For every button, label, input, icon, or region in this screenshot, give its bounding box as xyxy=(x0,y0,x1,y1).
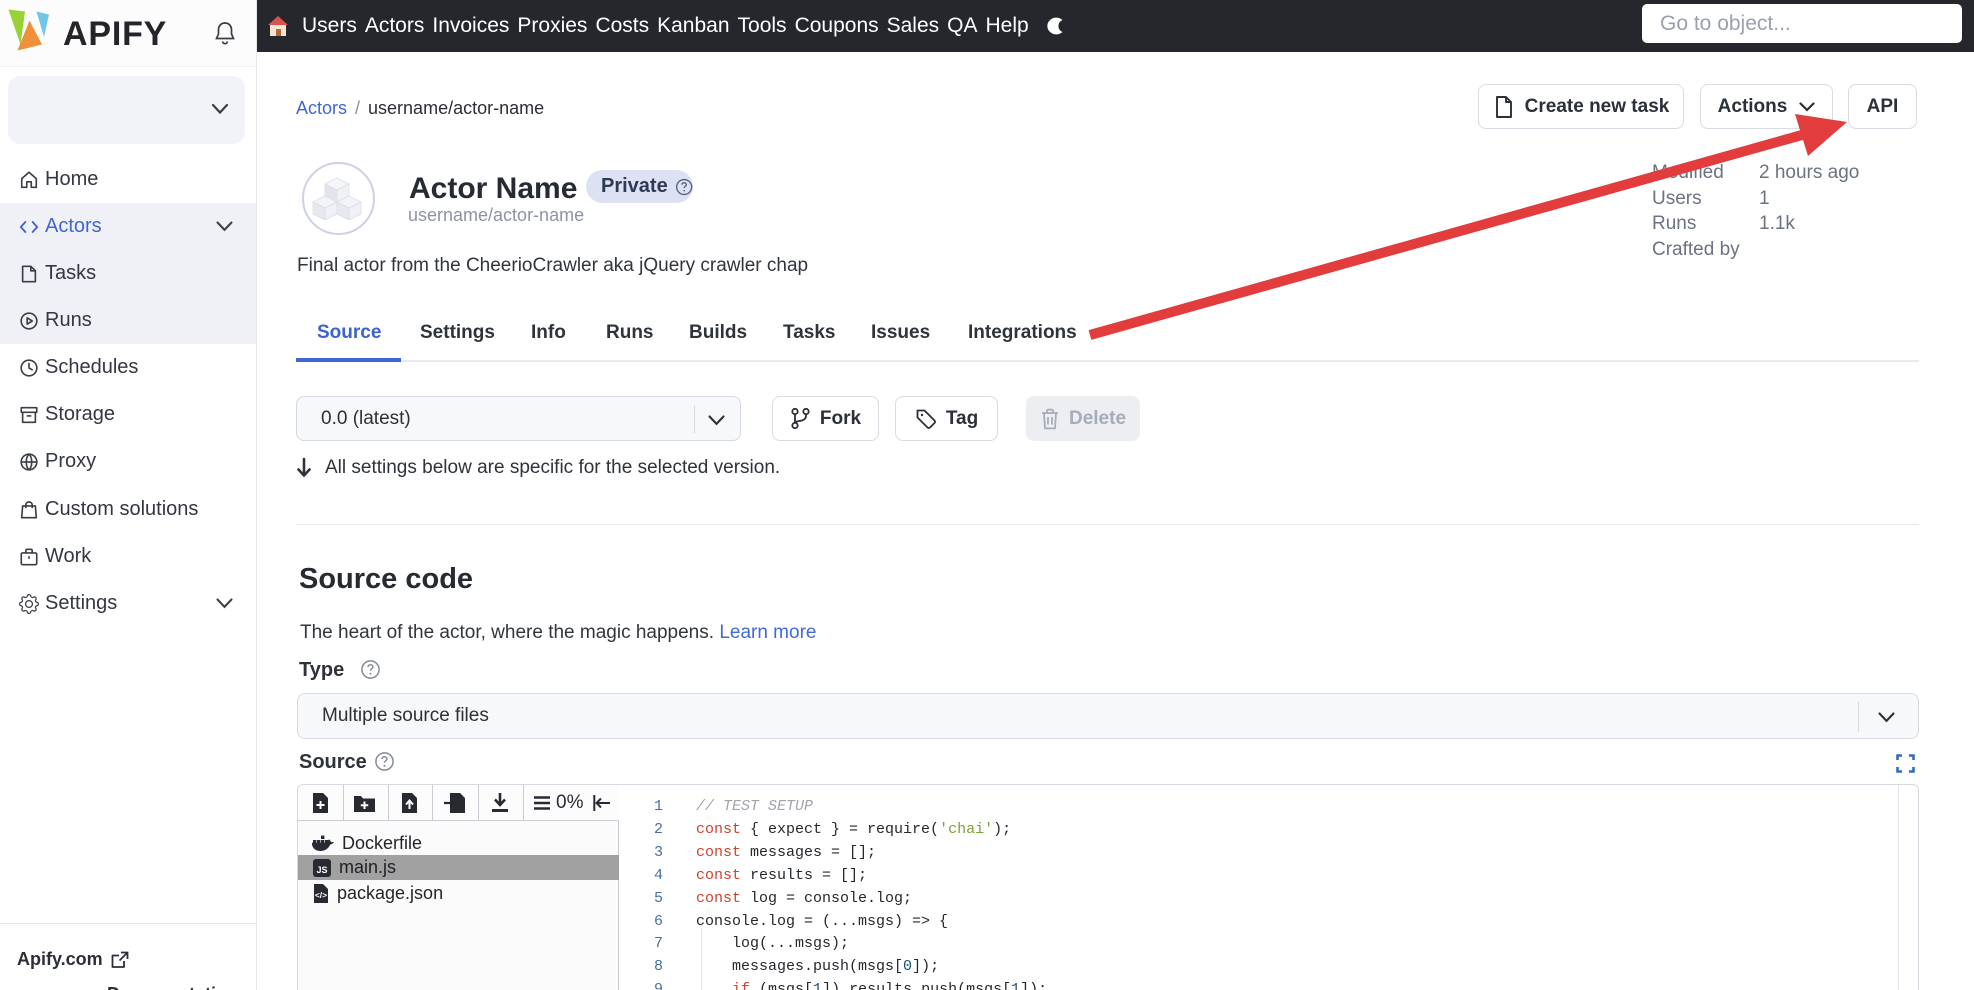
svg-text:JS: JS xyxy=(316,865,327,875)
svg-text:</>: </> xyxy=(315,890,327,900)
